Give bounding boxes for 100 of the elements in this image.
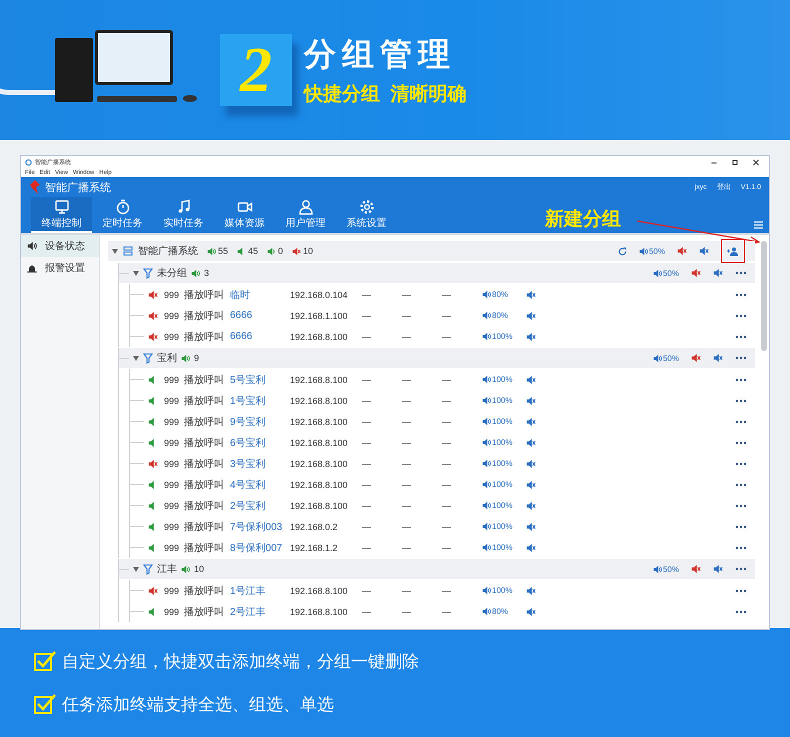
device-label-link[interactable]: 6666 <box>230 310 290 321</box>
device-label-link[interactable]: 9号宝利 <box>230 414 290 428</box>
volume-button[interactable]: 100% <box>482 459 512 468</box>
mute-button[interactable] <box>526 374 536 384</box>
mute-all-button[interactable] <box>677 246 687 256</box>
device-label-link[interactable]: 6666 <box>230 331 290 342</box>
volume-button[interactable]: 100% <box>482 438 512 447</box>
mute-button[interactable] <box>713 353 723 363</box>
ip-address: 192.168.1.2 <box>290 542 339 552</box>
scrollbar[interactable] <box>761 241 767 351</box>
mute-button[interactable] <box>526 522 536 532</box>
more-icon[interactable] <box>735 524 747 528</box>
sidebar-item[interactable]: 设备状态 <box>21 235 99 257</box>
more-icon[interactable] <box>735 398 747 402</box>
volume-button[interactable]: 80% <box>482 607 508 616</box>
caret-icon[interactable] <box>133 356 139 360</box>
nav-tab[interactable]: 用户管理 <box>275 197 336 233</box>
volume-button[interactable]: 100% <box>482 501 512 510</box>
more-icon[interactable] <box>735 546 747 550</box>
device-id: 999 <box>164 458 180 468</box>
device-label-link[interactable]: 1号宝利 <box>230 394 290 408</box>
device-label-link[interactable]: 7号保利003 <box>230 520 290 534</box>
table-cell-text: — <box>402 586 412 596</box>
more-icon[interactable] <box>735 504 747 508</box>
table-cell-text: — <box>362 438 372 448</box>
nav-tab[interactable]: 终端控制 <box>31 197 92 233</box>
mute-button[interactable] <box>526 542 536 552</box>
ip-address: 192.168.1.100 <box>290 310 349 320</box>
mute-button[interactable] <box>526 480 536 490</box>
volume-button[interactable]: 80% <box>482 290 508 299</box>
device-id: 999 <box>164 500 180 510</box>
mute-button[interactable] <box>699 246 709 256</box>
nav-tab[interactable]: 定时任务 <box>92 197 153 233</box>
more-icon[interactable] <box>735 378 747 382</box>
mute-button[interactable] <box>526 606 536 616</box>
more-icon[interactable] <box>735 588 747 592</box>
volume-button[interactable]: 100% <box>482 543 512 552</box>
mute-all-button[interactable] <box>691 268 701 278</box>
device-label-link[interactable]: 6号宝利 <box>230 436 290 450</box>
volume-button[interactable]: 100% <box>482 375 512 384</box>
mute-button[interactable] <box>526 290 536 300</box>
speaker-icon <box>292 246 302 256</box>
mute-button[interactable] <box>526 500 536 510</box>
volume-button[interactable]: 100% <box>482 522 512 531</box>
more-icon[interactable] <box>735 271 747 275</box>
add-group-button[interactable] <box>721 239 745 263</box>
volume-button[interactable]: 100% <box>482 480 512 489</box>
more-icon[interactable] <box>735 462 747 466</box>
volume-button[interactable]: 100% <box>482 586 512 595</box>
group-row[interactable]: 未分组 3 50% <box>119 263 755 283</box>
volume-button[interactable]: 50% <box>652 564 679 574</box>
ip-address: 192.168.8.100 <box>290 458 349 468</box>
device-label-link[interactable]: 2号江丰 <box>230 604 290 618</box>
mute-button[interactable] <box>526 310 536 320</box>
device-label-link[interactable]: 临时 <box>230 288 290 302</box>
more-icon[interactable] <box>735 292 747 296</box>
nav-tab[interactable]: 媒体资源 <box>214 197 275 233</box>
more-icon[interactable] <box>735 314 747 318</box>
mute-button[interactable] <box>713 268 723 278</box>
more-icon[interactable] <box>735 356 747 360</box>
refresh-icon[interactable] <box>618 246 627 256</box>
mute-button[interactable] <box>526 458 536 468</box>
more-icon[interactable] <box>735 420 747 424</box>
group-row[interactable]: 江丰 10 50% <box>119 559 755 579</box>
volume-button[interactable]: 50% <box>652 354 679 362</box>
nav-tab[interactable]: 系统设置 <box>336 197 397 233</box>
nav-tab[interactable]: 实时任务 <box>153 197 214 233</box>
caret-icon[interactable] <box>133 566 139 572</box>
more-icon[interactable] <box>735 440 747 444</box>
volume-button[interactable]: 100% <box>482 332 512 341</box>
device-label-link[interactable]: 5号宝利 <box>230 372 290 386</box>
volume-button[interactable]: 80% <box>482 311 508 320</box>
mute-all-button[interactable] <box>691 353 701 363</box>
more-icon[interactable] <box>735 610 747 614</box>
volume-button[interactable]: 100% <box>482 417 512 426</box>
device-label-link[interactable]: 4号宝利 <box>230 478 290 492</box>
device-label-link[interactable]: 3号宝利 <box>230 456 290 470</box>
mute-button[interactable] <box>713 564 723 574</box>
tree-root-row[interactable]: 智能广播系统 55 45 0 10 50% <box>108 241 755 261</box>
mute-button[interactable] <box>526 396 536 406</box>
speaker-icon <box>482 501 491 510</box>
more-icon[interactable] <box>735 567 747 571</box>
sidebar-item[interactable]: 报警设置 <box>21 257 99 279</box>
mute-all-button[interactable] <box>691 564 701 574</box>
group-row[interactable]: 宝利 9 50% <box>119 348 755 368</box>
mute-button[interactable] <box>526 416 536 426</box>
volume-button[interactable]: 50% <box>638 246 665 256</box>
device-label-link[interactable]: 8号保利007 <box>230 540 290 554</box>
mute-button[interactable] <box>526 586 536 596</box>
mute-button[interactable] <box>526 438 536 448</box>
volume-button[interactable]: 100% <box>482 396 512 405</box>
menu-icon[interactable] <box>754 221 763 229</box>
more-icon[interactable] <box>735 334 747 338</box>
caret-icon[interactable] <box>133 270 139 276</box>
caret-icon[interactable] <box>112 248 118 254</box>
device-label-link[interactable]: 2号宝利 <box>230 498 290 512</box>
mute-button[interactable] <box>526 332 536 342</box>
device-label-link[interactable]: 1号江丰 <box>230 584 290 598</box>
more-icon[interactable] <box>735 482 747 486</box>
volume-button[interactable]: 50% <box>652 268 679 278</box>
